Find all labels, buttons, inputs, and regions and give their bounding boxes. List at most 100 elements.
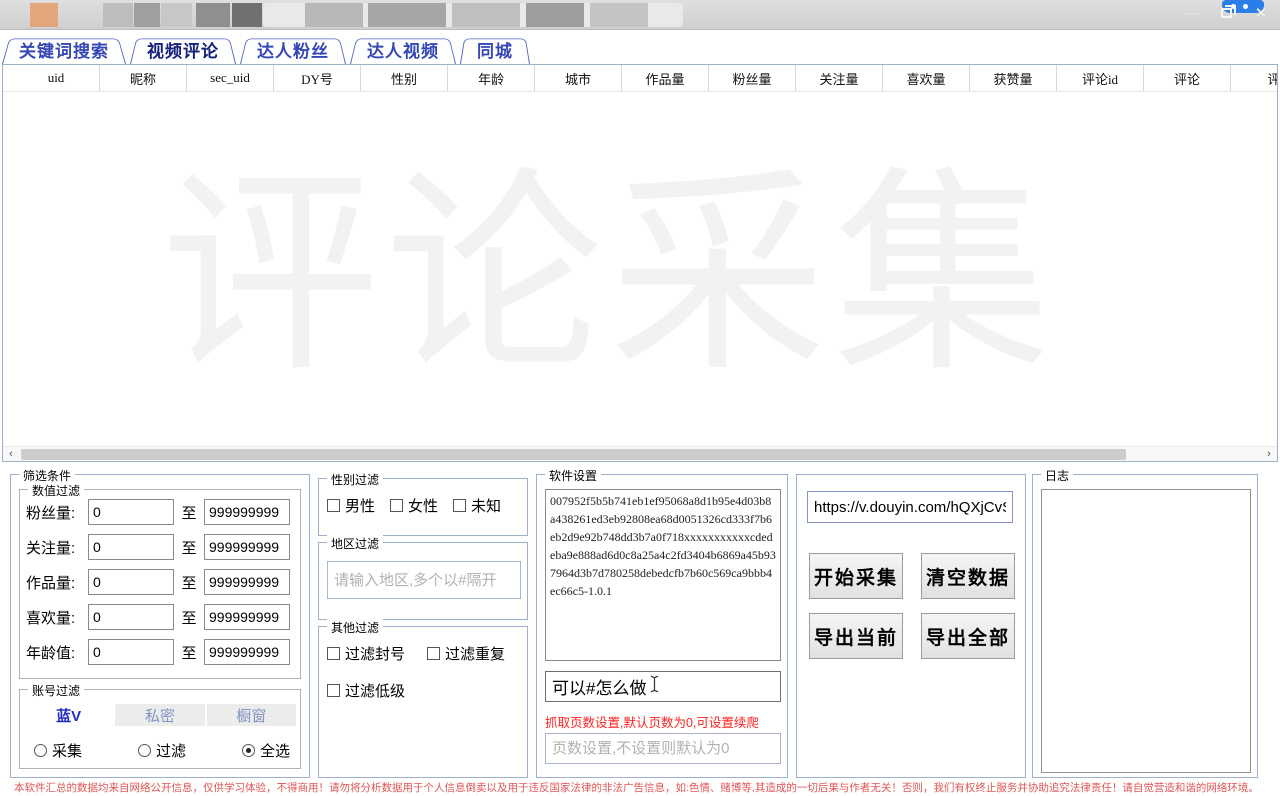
tab-bar: 关键词搜索 视频评论 达人粉丝 达人视频 同城 (2, 35, 534, 64)
numeric-filter-group: 数值过滤 粉丝量: 至 关注量: 至 作品量: 至 喜欢量: (19, 489, 301, 679)
column-header-comment[interactable]: 评论 (1144, 65, 1231, 91)
log-output[interactable] (1041, 489, 1251, 773)
column-header-nickname[interactable]: 昵称 (100, 65, 187, 91)
radio-select-all[interactable]: 全选 (242, 740, 290, 761)
column-header-city[interactable]: 城市 (535, 65, 622, 91)
region-input[interactable] (327, 561, 521, 599)
close-button[interactable]: ✕ (1252, 4, 1270, 22)
radio-select-all-label: 全选 (260, 740, 290, 761)
checkbox-male[interactable]: 男性 (327, 495, 375, 516)
checkbox-icon (327, 499, 340, 512)
to-label: 至 (174, 502, 204, 523)
fans-min-input[interactable] (88, 499, 174, 525)
unknown-label: 未知 (471, 495, 501, 516)
segment-showcase[interactable]: 橱窗 (207, 704, 296, 726)
tab-influencer-videos[interactable]: 达人视频 (350, 35, 456, 64)
column-header-praised[interactable]: 获赞量 (970, 65, 1057, 91)
column-header-following[interactable]: 关注量 (796, 65, 883, 91)
likes-min-input[interactable] (88, 604, 174, 630)
segment-blue-v[interactable]: 蓝V (24, 704, 113, 726)
works-max-input[interactable] (204, 569, 290, 595)
gender-filter-title: 性别过滤 (327, 471, 383, 488)
topic-input[interactable] (545, 671, 781, 702)
male-label: 男性 (345, 495, 375, 516)
to-label: 至 (174, 642, 204, 663)
column-header-gender[interactable]: 性别 (361, 65, 448, 91)
following-filter-row: 关注量: 至 (26, 534, 294, 560)
works-label: 作品量: (26, 572, 88, 593)
clear-data-button[interactable]: 清空数据 (921, 553, 1015, 599)
license-key-textarea[interactable]: 007952f5b5b741eb1ef95068a8d1b95e4d03b8a4… (545, 489, 781, 661)
tab-label: 达人粉丝 (257, 37, 329, 62)
table-header-row: uid 昵称 sec_uid DY号 性别 年龄 城市 作品量 粉丝量 关注量 … (3, 65, 1277, 92)
data-table: uid 昵称 sec_uid DY号 性别 年龄 城市 作品量 粉丝量 关注量 … (2, 64, 1278, 462)
female-label: 女性 (408, 495, 438, 516)
other-options-row1: 过滤封号 过滤重复 (327, 643, 519, 664)
tab-influencer-fans[interactable]: 达人粉丝 (240, 35, 346, 64)
filter-duplicate-label: 过滤重复 (445, 643, 505, 664)
following-max-input[interactable] (204, 534, 290, 560)
column-header-age[interactable]: 年龄 (448, 65, 535, 91)
tab-label: 达人视频 (367, 37, 439, 62)
column-header-dy-id[interactable]: DY号 (274, 65, 361, 91)
checkbox-icon (390, 499, 403, 512)
region-filter-group: 地区过滤 (318, 542, 528, 620)
tab-same-city[interactable]: 同城 (460, 35, 530, 64)
checkbox-icon (327, 684, 340, 697)
age-filter-row: 年龄值: 至 (26, 639, 294, 665)
account-mode-radios: 采集 过滤 全选 (34, 740, 290, 761)
tab-video-comments[interactable]: 视频评论 (130, 35, 236, 64)
age-max-input[interactable] (204, 639, 290, 665)
filter-lowgrade-label: 过滤低级 (345, 680, 405, 701)
radio-icon (138, 744, 151, 757)
scroll-right-icon[interactable]: › (1261, 447, 1277, 462)
fans-max-input[interactable] (204, 499, 290, 525)
checkbox-filter-duplicate[interactable]: 过滤重复 (427, 643, 505, 664)
start-collect-button[interactable]: 开始采集 (809, 553, 903, 599)
tab-keyword-search[interactable]: 关键词搜索 (2, 35, 126, 64)
video-url-input[interactable] (807, 491, 1013, 523)
scrollbar-thumb[interactable] (21, 449, 1126, 460)
to-label: 至 (174, 607, 204, 628)
software-settings-title: 软件设置 (545, 467, 601, 484)
segment-private[interactable]: 私密 (115, 704, 204, 726)
likes-max-input[interactable] (204, 604, 290, 630)
checkbox-icon (453, 499, 466, 512)
checkbox-icon (427, 647, 440, 660)
restore-icon (1221, 8, 1232, 18)
log-panel: 日志 (1032, 474, 1258, 778)
checkbox-filter-lowgrade[interactable]: 过滤低级 (327, 680, 405, 701)
gender-filter-group: 性别过滤 男性 女性 未知 (318, 478, 528, 536)
scroll-left-icon[interactable]: ‹ (3, 447, 19, 462)
horizontal-scrollbar[interactable]: ‹ › (3, 446, 1277, 461)
export-all-button[interactable]: 导出全部 (921, 613, 1015, 659)
following-min-input[interactable] (88, 534, 174, 560)
minimize-button[interactable]: — (1182, 4, 1200, 22)
filter-banned-label: 过滤封号 (345, 643, 405, 664)
export-current-button[interactable]: 导出当前 (809, 613, 903, 659)
radio-collect-label: 采集 (52, 740, 82, 761)
radio-collect[interactable]: 采集 (34, 740, 82, 761)
column-header-fans[interactable]: 粉丝量 (709, 65, 796, 91)
restore-button[interactable] (1217, 4, 1235, 22)
radio-checked-icon (242, 744, 255, 757)
column-header-comment-id[interactable]: 评论id (1057, 65, 1144, 91)
other-options-row2: 过滤低级 (327, 680, 519, 701)
checkbox-filter-banned[interactable]: 过滤封号 (327, 643, 405, 664)
column-header-works[interactable]: 作品量 (622, 65, 709, 91)
column-header-likes[interactable]: 喜欢量 (883, 65, 970, 91)
column-header-sec-uid[interactable]: sec_uid (187, 65, 274, 91)
fans-label: 粉丝量: (26, 502, 88, 523)
checkbox-unknown[interactable]: 未知 (453, 495, 501, 516)
pages-hint-text: 抓取页数设置,默认页数为0,可设置续爬 (545, 712, 785, 731)
tab-label: 视频评论 (147, 37, 219, 62)
radio-filter[interactable]: 过滤 (138, 740, 186, 761)
column-header-clipped[interactable]: 评 (1231, 65, 1278, 91)
column-header-uid[interactable]: uid (13, 65, 100, 91)
age-min-input[interactable] (88, 639, 174, 665)
watermark-text: 评论采集 (161, 158, 1057, 398)
works-min-input[interactable] (88, 569, 174, 595)
pages-input[interactable] (545, 733, 781, 764)
fans-filter-row: 粉丝量: 至 (26, 499, 294, 525)
checkbox-female[interactable]: 女性 (390, 495, 438, 516)
